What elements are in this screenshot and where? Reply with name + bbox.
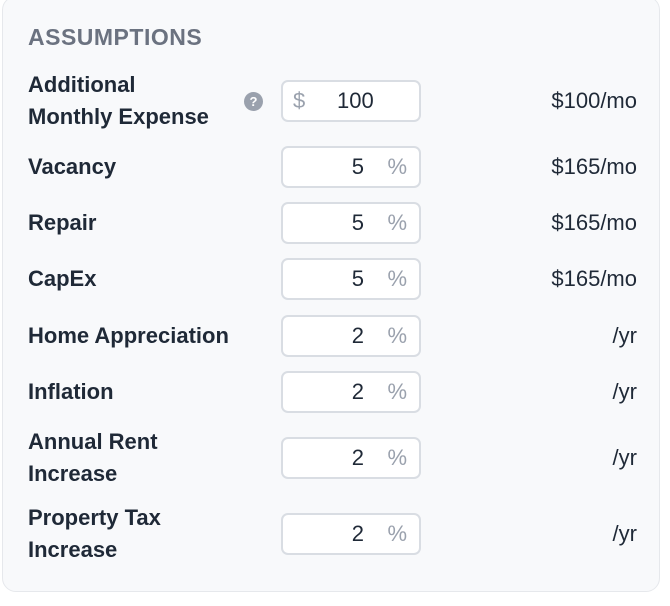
percent-suffix: %: [387, 379, 407, 404]
label-annual-rent-increase-line2: Increase: [28, 461, 118, 486]
field-value[interactable]: 2: [352, 373, 364, 411]
field-value[interactable]: 5: [352, 204, 364, 242]
inflation-input[interactable]: 2 %: [281, 371, 421, 413]
dollar-sign-prefix: $: [293, 88, 306, 113]
percent-suffix: %: [387, 323, 407, 348]
result-additional-monthly-expense: $100/mo: [551, 88, 637, 113]
field-value[interactable]: 100: [337, 82, 374, 120]
label-property-tax-increase-line2: Increase: [28, 537, 118, 562]
percent-suffix: %: [387, 521, 407, 546]
capex-input[interactable]: 5 %: [281, 258, 421, 300]
percent-suffix: %: [387, 210, 407, 235]
field-value[interactable]: 5: [352, 148, 364, 186]
label-property-tax-increase-line1: Property Tax: [28, 505, 161, 530]
field-value[interactable]: 2: [352, 515, 364, 553]
label-annual-rent-increase-line1: Annual Rent: [28, 429, 158, 454]
label-vacancy: Vacancy: [28, 154, 117, 179]
result-repair: $165/mo: [551, 210, 637, 235]
annual-rent-increase-input[interactable]: 2 %: [281, 437, 421, 479]
result-inflation: /yr: [612, 379, 637, 404]
label-home-appreciation: Home Appreciation: [28, 323, 229, 348]
repair-input[interactable]: 5 %: [281, 202, 421, 244]
percent-suffix: %: [387, 154, 407, 179]
home-appreciation-input[interactable]: 2 %: [281, 315, 421, 357]
label-additional-monthly-expense-line1: Additional: [28, 72, 136, 97]
label-additional-monthly-expense-line2: Monthly Expense: [28, 104, 209, 129]
field-value[interactable]: 2: [352, 317, 364, 355]
result-vacancy: $165/mo: [551, 154, 637, 179]
label-capex: CapEx: [28, 266, 97, 291]
field-value[interactable]: 2: [352, 439, 364, 477]
result-annual-rent-increase: /yr: [612, 445, 637, 470]
percent-suffix: %: [387, 266, 407, 291]
result-capex: $165/mo: [551, 266, 637, 291]
question-circle-icon[interactable]: ?: [244, 92, 263, 111]
vacancy-input[interactable]: 5 %: [281, 146, 421, 188]
result-home-appreciation: /yr: [612, 323, 637, 348]
field-value[interactable]: 5: [352, 260, 364, 298]
property-tax-increase-input[interactable]: 2 %: [281, 513, 421, 555]
label-repair: Repair: [28, 210, 97, 235]
section-title: ASSUMPTIONS: [28, 24, 203, 50]
additional-monthly-expense-input[interactable]: $ 100: [281, 80, 421, 122]
label-inflation: Inflation: [28, 379, 114, 404]
result-property-tax-increase: /yr: [612, 521, 637, 546]
percent-suffix: %: [387, 445, 407, 470]
